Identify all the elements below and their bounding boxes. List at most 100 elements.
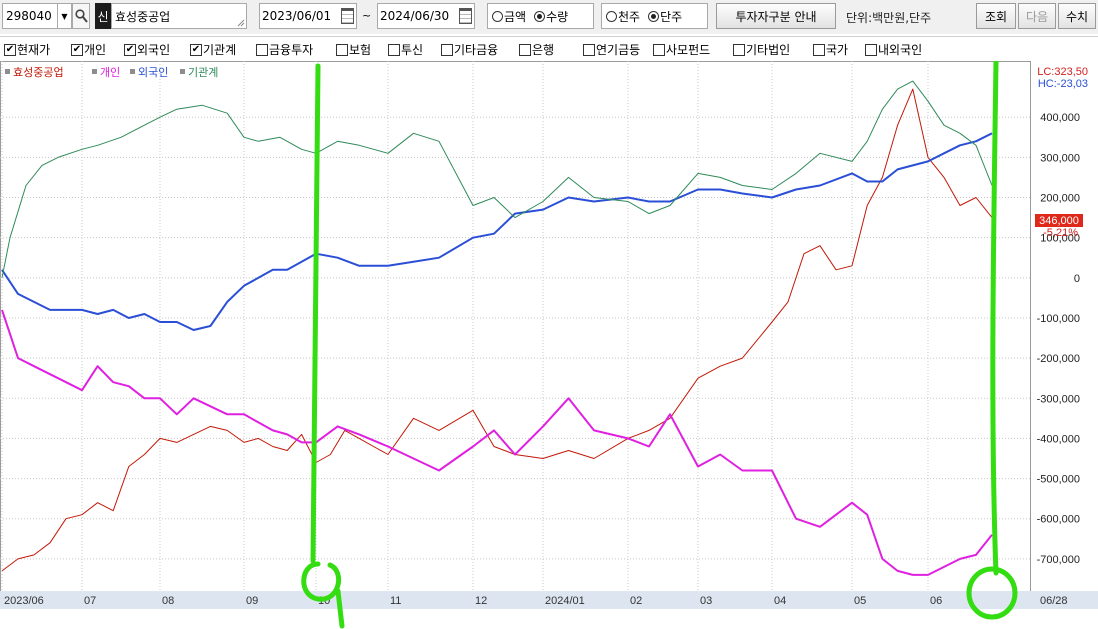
legend-marker (5, 69, 10, 74)
radio-amount[interactable]: 금액 (492, 8, 526, 25)
x-tick-label: 03 (700, 595, 712, 607)
checkbox-box[interactable] (519, 43, 531, 56)
y-tick-label: -200,000 (1037, 353, 1080, 365)
filter-checkbox-1[interactable]: ✔ 개인 (71, 41, 106, 58)
calendar-icon[interactable] (341, 8, 354, 24)
legend-label: 개인 (100, 66, 120, 79)
investor-filter-bar: ✔ 현재가 ✔ 개인 ✔ 외국인 ✔ 기관계 금융투자 보험 투신 기타금융 은행 연기금등 사모펀드 기타법… (0, 36, 1098, 60)
checkbox-label: 내외국인 (878, 43, 923, 57)
y-tick-label: 0 (1074, 273, 1080, 285)
checkbox-box[interactable] (813, 43, 825, 56)
x-tick-label: 05 (854, 595, 866, 607)
radio-amount-dot (492, 10, 503, 22)
checkbox-label: 금융투자 (269, 43, 314, 57)
filter-checkbox-0[interactable]: ✔ 현재가 (4, 41, 50, 58)
y-tick-label: 200,000 (1040, 193, 1080, 205)
next-button[interactable]: 다음 (1018, 3, 1056, 29)
filter-checkbox-10[interactable]: 사모펀드 (653, 41, 710, 58)
checkbox-box[interactable] (865, 43, 877, 56)
stock-name-text: 효성중공업 (115, 9, 171, 24)
filter-checkbox-7[interactable]: 기타금융 (441, 41, 498, 58)
checkbox-label: 보험 (349, 43, 372, 57)
resize-grip-icon (237, 19, 245, 27)
checkbox-box[interactable] (336, 43, 348, 56)
checkbox-label: 사모펀드 (666, 43, 711, 57)
toolbar: 298040 ▼ 신 효성중공업 2023/06/01 ~ 2024/06/30… (0, 0, 1098, 34)
legend-marker (180, 69, 185, 74)
stock-name-field[interactable]: 효성중공업 (111, 3, 247, 29)
y-tick-label: 400,000 (1040, 112, 1080, 124)
y-tick-label: -500,000 (1037, 474, 1080, 486)
x-tick-label: 07 (84, 595, 96, 607)
magnifier-glyph (74, 9, 88, 23)
legend-marker (130, 69, 135, 74)
checkbox-label: 기관계 (203, 43, 237, 57)
checkbox-box[interactable] (441, 43, 453, 56)
x-tick-label: 06/28 (1040, 595, 1068, 607)
radio-single-label: 단주 (660, 9, 683, 24)
legend-marker (92, 69, 97, 74)
calendar-icon[interactable] (459, 8, 472, 24)
stock-code-dropdown-icon[interactable]: ▼ (58, 3, 72, 29)
checkbox-box[interactable] (733, 43, 745, 56)
checkbox-label: 기타금융 (454, 43, 499, 57)
checkbox-label: 국가 (826, 43, 849, 57)
radio-single-shares[interactable]: 단주 (648, 8, 682, 25)
filter-checkbox-8[interactable]: 은행 (519, 41, 554, 58)
checkbox-box[interactable] (583, 43, 595, 56)
radio-thousand-shares[interactable]: 천주 (606, 8, 640, 25)
filter-checkbox-12[interactable]: 국가 (813, 41, 848, 58)
x-tick-label: 06 (930, 595, 942, 607)
x-tick-label: 08 (162, 595, 174, 607)
radio-single-dot (648, 10, 660, 22)
change-percent-text: -5,21% (1043, 227, 1078, 239)
checkbox-box[interactable]: ✔ (4, 43, 16, 56)
filter-checkbox-3[interactable]: ✔ 기관계 (190, 41, 236, 58)
checkbox-label: 개인 (84, 43, 107, 57)
checkbox-box[interactable]: ✔ (190, 43, 202, 56)
start-date-input[interactable]: 2023/06/01 (259, 3, 357, 29)
stock-code-text: 298040 (6, 9, 52, 23)
checkbox-box[interactable]: ✔ (71, 43, 83, 56)
search-icon[interactable] (72, 3, 90, 29)
checkbox-box[interactable] (256, 43, 268, 56)
x-tick-label: 04 (774, 595, 786, 607)
filter-checkbox-13[interactable]: 내외국인 (865, 41, 922, 58)
sin-badge: 신 (95, 3, 111, 29)
filter-checkbox-4[interactable]: 금융투자 (256, 41, 313, 58)
y-tick-label: -700,000 (1037, 554, 1080, 566)
checkbox-box[interactable] (388, 43, 400, 56)
unit-radio-group: 천주 단주 (601, 3, 708, 29)
investor-trend-chart[interactable]: 400,000300,000200,000100,0000-100,000-20… (0, 61, 1098, 629)
checkbox-box[interactable] (653, 43, 665, 56)
chart-background (0, 61, 1098, 629)
last-price-text: 346,000 (1039, 215, 1079, 227)
hc-label: HC:-23,03 (1038, 78, 1088, 90)
checkbox-label: 투신 (401, 43, 424, 57)
filter-checkbox-11[interactable]: 기타법인 (733, 41, 790, 58)
y-tick-label: -300,000 (1037, 393, 1080, 405)
radio-thousand-dot (606, 10, 617, 22)
investor-guide-button[interactable]: 투자자구분 안내 (716, 3, 836, 29)
filter-checkbox-2[interactable]: ✔ 외국인 (124, 41, 170, 58)
query-button[interactable]: 조회 (976, 3, 1016, 29)
unit-text: 단위:백만원,단주 (846, 11, 932, 25)
end-date-text: 2024/06/30 (380, 9, 450, 23)
filter-checkbox-6[interactable]: 투신 (388, 41, 423, 58)
checkbox-label: 기타법인 (746, 43, 791, 57)
filter-checkbox-9[interactable]: 연기금등 (583, 41, 640, 58)
radio-quantity-dot (534, 10, 546, 22)
end-date-input[interactable]: 2024/06/30 (377, 3, 475, 29)
checkbox-box[interactable]: ✔ (124, 43, 136, 56)
filter-checkbox-5[interactable]: 보험 (336, 41, 371, 58)
radio-amount-label: 금액 (504, 9, 527, 24)
date-range-separator: ~ (362, 9, 372, 22)
mode-radio-group: 금액 수량 (487, 3, 594, 29)
legend-label: 기관계 (188, 66, 218, 79)
x-tick-label: 02 (630, 595, 642, 607)
stock-code-input[interactable]: 298040 (2, 3, 58, 29)
y-tick-label: 300,000 (1040, 152, 1080, 164)
numeric-button[interactable]: 수치 (1058, 3, 1096, 29)
x-tick-label: 12 (475, 595, 487, 607)
radio-quantity[interactable]: 수량 (534, 8, 568, 25)
